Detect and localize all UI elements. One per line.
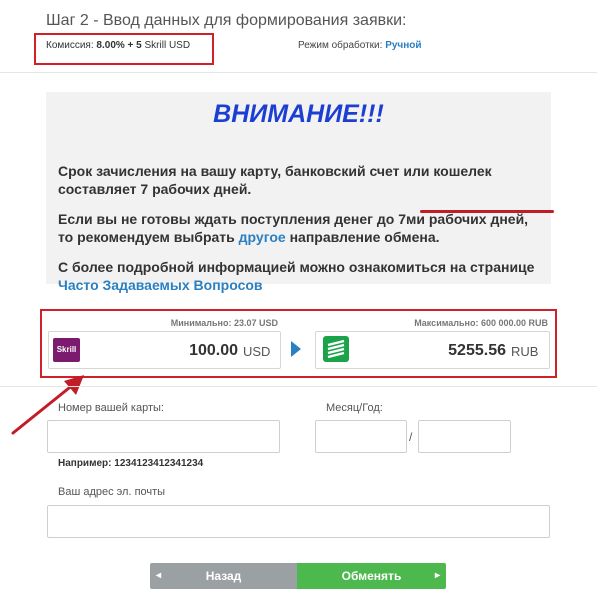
exchange-button-label: Обменять [341, 569, 402, 583]
skrill-logo: Skrill [53, 338, 80, 362]
maximum-amount: Максимально: 600 000.00 RUB [414, 318, 548, 328]
card-example-text: Например: 1234123412341234 [58, 458, 204, 469]
card-number-label: Номер вашей карты: [58, 402, 164, 414]
card-number-input[interactable] [47, 420, 280, 453]
warning-title: ВНИМАНИЕ!!! [213, 100, 384, 128]
email-label: Ваш адрес эл. почты [58, 486, 166, 498]
sberbank-logo-icon [323, 336, 349, 362]
other-direction-link[interactable]: другое [239, 229, 286, 245]
year-input[interactable] [418, 420, 511, 453]
notice-paragraph-2-tail: направление обмена. [285, 229, 440, 245]
faq-link[interactable]: Часто Задаваемых Вопросов [58, 277, 263, 293]
from-amount[interactable]: 100.00 [150, 342, 238, 360]
back-button-label: Назад [205, 569, 242, 583]
notice-paragraph-1: Срок зачисления на вашу карту, банковски… [58, 163, 492, 197]
commission-currency: Skrill USD [144, 40, 191, 51]
red-underline-annotation [420, 210, 554, 213]
exchange-button[interactable]: Обменять ▸ [297, 563, 446, 589]
processing-mode-label: Режим обработки: [298, 40, 383, 51]
from-currency: USD [243, 344, 271, 359]
back-button[interactable]: ◂ Назад [150, 563, 297, 589]
notice-paragraph-3: С более подробной информацией можно озна… [58, 258, 543, 294]
minimum-amount: Минимально: 23.07 USD [170, 318, 278, 328]
notice-paragraph-2: Если вы не готовы ждать поступления дене… [58, 210, 543, 246]
processing-mode-value: Ручной [385, 40, 422, 51]
month-input[interactable] [315, 420, 407, 453]
chevron-right-icon: ▸ [434, 570, 440, 581]
to-currency: RUB [511, 344, 539, 359]
direction-arrow-icon [291, 341, 301, 357]
commission-label: Комиссия: [46, 40, 94, 51]
processing-mode: Режим обработки: Ручной [298, 40, 422, 51]
section-divider [0, 386, 597, 387]
month-year-label: Месяц/Год: [326, 402, 383, 414]
notice-paragraph-3-text: С более подробной информацией можно озна… [58, 259, 535, 275]
commission-info: Комиссия: 8.00% + 5 Skrill USD [46, 40, 190, 51]
date-separator: / [409, 430, 413, 444]
header-divider [0, 72, 597, 73]
email-input[interactable] [47, 505, 550, 538]
page-title: Шаг 2 - Ввод данных для формирования зая… [46, 12, 407, 29]
commission-value: 8.00% + 5 [96, 40, 142, 51]
to-amount: 5255.56 [448, 342, 506, 359]
chevron-left-icon: ◂ [156, 570, 162, 581]
